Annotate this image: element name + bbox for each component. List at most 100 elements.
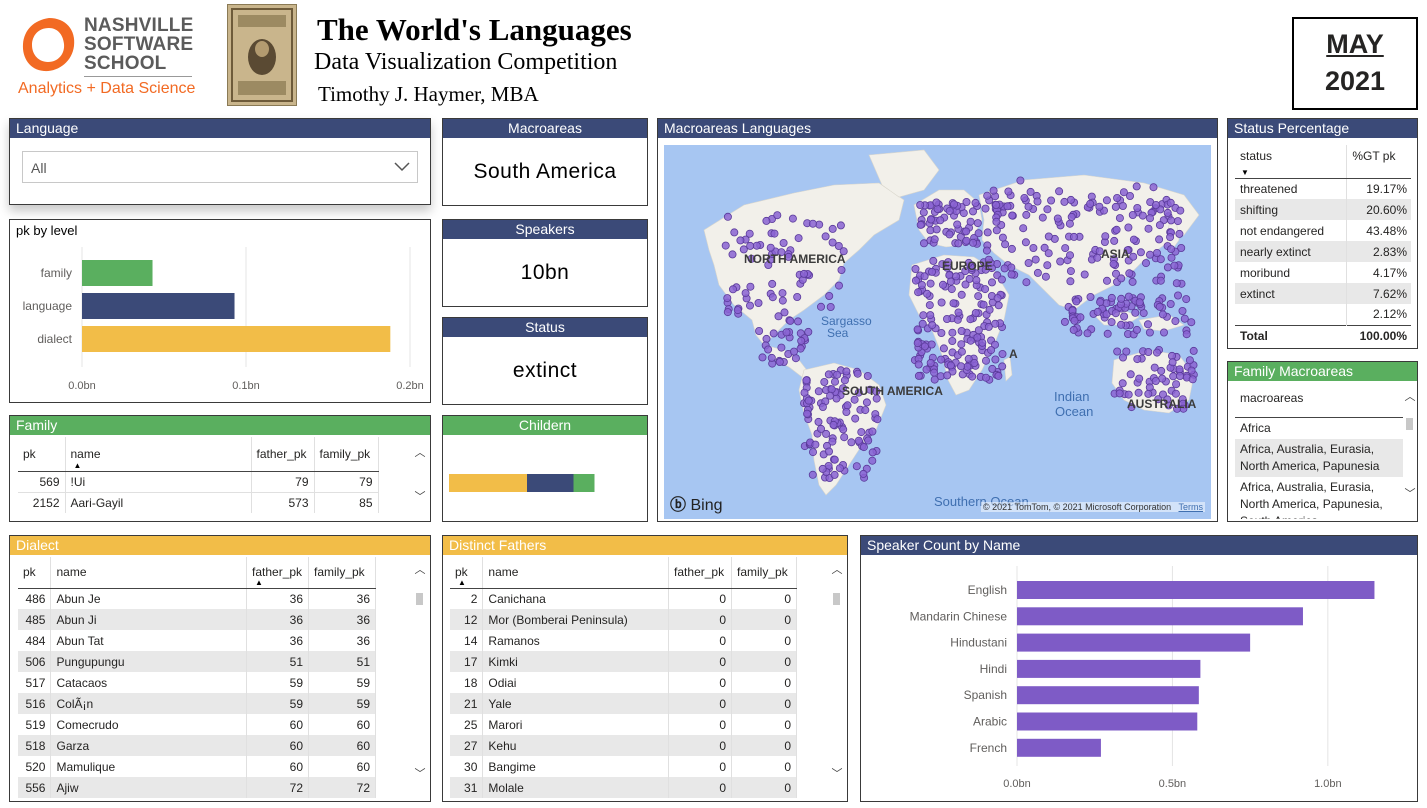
- language-dot[interactable]: [721, 241, 730, 250]
- table-row[interactable]: 569 !Ui 79 79: [18, 471, 379, 492]
- language-dot[interactable]: [1182, 330, 1191, 339]
- language-dot[interactable]: [1115, 214, 1124, 223]
- language-dot[interactable]: [1067, 212, 1076, 221]
- bar-speakers[interactable]: [1017, 659, 1201, 678]
- language-dot[interactable]: [755, 326, 764, 335]
- scroll-down-icon[interactable]: ﹀: [414, 488, 426, 504]
- language-dot[interactable]: [1117, 274, 1126, 283]
- language-dot[interactable]: [1133, 355, 1142, 364]
- language-dot[interactable]: [926, 358, 935, 367]
- language-dot[interactable]: [842, 367, 851, 376]
- language-dot[interactable]: [863, 371, 872, 380]
- language-dot[interactable]: [945, 207, 954, 216]
- language-dot[interactable]: [923, 289, 932, 298]
- language-dot[interactable]: [1038, 213, 1047, 222]
- language-dot[interactable]: [1107, 318, 1116, 327]
- table-row[interactable]: 486 Abun Je 36 36: [18, 588, 376, 609]
- col-pct[interactable]: %GT pk: [1346, 145, 1411, 179]
- language-dot[interactable]: [778, 289, 787, 298]
- language-dot[interactable]: [992, 226, 1001, 235]
- language-dot[interactable]: [1129, 252, 1138, 261]
- language-dot[interactable]: [800, 388, 809, 397]
- language-dot[interactable]: [913, 339, 922, 348]
- language-dot[interactable]: [1033, 268, 1042, 277]
- scroll-down-icon[interactable]: ﹀: [831, 765, 843, 781]
- language-dot[interactable]: [965, 274, 974, 283]
- language-dot[interactable]: [1180, 314, 1189, 323]
- language-dot[interactable]: [1056, 257, 1065, 266]
- language-dot[interactable]: [814, 387, 823, 396]
- table-row[interactable]: 519 Comecrudo 60 60: [18, 714, 376, 735]
- language-dot[interactable]: [981, 373, 990, 382]
- language-dot[interactable]: [802, 376, 811, 385]
- language-dot[interactable]: [808, 470, 817, 479]
- language-dot[interactable]: [1144, 347, 1153, 356]
- table-row[interactable]: 2.12%: [1235, 304, 1411, 325]
- language-dot[interactable]: [1178, 306, 1187, 315]
- language-dot[interactable]: [1176, 206, 1185, 215]
- language-dot[interactable]: [853, 369, 862, 378]
- macroareas-scrollbar[interactable]: ︿ ﹀: [1404, 388, 1416, 503]
- language-dot[interactable]: [793, 292, 802, 301]
- language-dot[interactable]: [835, 464, 844, 473]
- language-dot[interactable]: [962, 236, 971, 245]
- language-dot[interactable]: [1107, 293, 1116, 302]
- language-dot[interactable]: [868, 456, 877, 465]
- language-dot[interactable]: [1155, 221, 1164, 230]
- language-dot[interactable]: [954, 308, 963, 317]
- language-dot[interactable]: [1007, 263, 1016, 272]
- language-dot[interactable]: [1117, 294, 1126, 303]
- col-father-pk[interactable]: father_pk ▲: [246, 557, 309, 589]
- language-dot[interactable]: [1131, 308, 1140, 317]
- stacked-segment-family[interactable]: [573, 474, 595, 492]
- language-dot[interactable]: [827, 385, 836, 394]
- language-dot[interactable]: [1163, 208, 1172, 217]
- language-dot[interactable]: [1003, 202, 1012, 211]
- language-dot[interactable]: [1041, 272, 1050, 281]
- language-dot[interactable]: [741, 289, 750, 298]
- language-dot[interactable]: [767, 353, 776, 362]
- language-dot[interactable]: [974, 292, 983, 301]
- language-dot[interactable]: [1113, 347, 1122, 356]
- language-dot[interactable]: [1118, 202, 1127, 211]
- language-dot[interactable]: [1187, 318, 1196, 327]
- language-dot[interactable]: [933, 205, 942, 214]
- language-dot[interactable]: [946, 277, 955, 286]
- language-dot[interactable]: [981, 285, 990, 294]
- language-dot[interactable]: [1069, 232, 1078, 241]
- language-dot[interactable]: [957, 340, 966, 349]
- table-row[interactable]: shifting 20.60%: [1235, 199, 1411, 220]
- scroll-thumb[interactable]: [1406, 418, 1413, 430]
- language-dot[interactable]: [932, 198, 941, 207]
- language-dot[interactable]: [989, 186, 998, 195]
- language-dot[interactable]: [974, 326, 983, 335]
- language-dot[interactable]: [839, 425, 848, 434]
- language-dot[interactable]: [982, 246, 991, 255]
- language-dot[interactable]: [861, 406, 870, 415]
- language-dot[interactable]: [768, 279, 777, 288]
- language-dot[interactable]: [746, 282, 755, 291]
- language-dot[interactable]: [859, 469, 868, 478]
- language-dot[interactable]: [1043, 205, 1052, 214]
- scroll-thumb[interactable]: [833, 593, 840, 605]
- language-dot[interactable]: [822, 429, 831, 438]
- language-dot[interactable]: [1166, 198, 1175, 207]
- language-dot[interactable]: [1163, 263, 1172, 272]
- language-dot[interactable]: [998, 233, 1007, 242]
- language-dot[interactable]: [1095, 202, 1104, 211]
- language-dot[interactable]: [729, 285, 738, 294]
- language-dot[interactable]: [1083, 329, 1092, 338]
- language-dot[interactable]: [1000, 264, 1009, 273]
- language-dot[interactable]: [971, 308, 980, 317]
- language-dot[interactable]: [1066, 267, 1075, 276]
- language-dot[interactable]: [830, 470, 839, 479]
- language-dot[interactable]: [914, 360, 923, 369]
- language-dot[interactable]: [994, 371, 1003, 380]
- language-dot[interactable]: [794, 234, 803, 243]
- language-dot[interactable]: [1144, 224, 1153, 233]
- language-dot[interactable]: [1007, 244, 1016, 253]
- language-dot[interactable]: [1175, 365, 1184, 374]
- language-dot[interactable]: [766, 243, 775, 252]
- language-dot[interactable]: [796, 344, 805, 353]
- language-dot[interactable]: [1111, 202, 1120, 211]
